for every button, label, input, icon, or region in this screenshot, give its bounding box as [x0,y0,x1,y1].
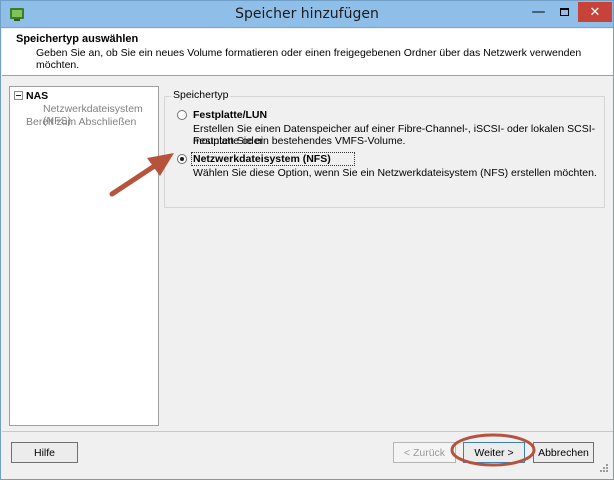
cancel-button[interactable]: Abbrechen [533,442,594,463]
resize-grip-icon[interactable] [597,463,609,475]
step-ready-to-complete[interactable]: Bereit zum Abschließen [26,116,136,128]
close-button[interactable]: ✕ [578,2,612,22]
back-button[interactable]: < Zurück [393,442,456,463]
radio-nfs[interactable] [177,154,187,164]
radio-disk-lun[interactable] [177,110,187,120]
maximize-button[interactable] [552,2,577,22]
storage-type-group: Speichertyp Festplatte/LUN Erstellen Sie… [164,89,605,208]
window-title: Speicher hinzufügen [235,6,379,22]
close-icon: ✕ [589,4,601,20]
wizard-header: Speichertyp auswählen Geben Sie an, ob S… [2,29,613,76]
minimize-button[interactable]: — [526,2,551,22]
page-title: Speichertyp auswählen [16,33,139,45]
minimize-icon: — [531,4,546,20]
option-nfs-desc: Wählen Sie diese Option, wenn Sie ein Ne… [193,167,597,179]
footer-divider [2,431,613,432]
option-disk-lun-label[interactable]: Festplatte/LUN [193,109,267,121]
option-disk-lun-desc-2: mounten Sie ein bestehendes VMFS-Volume. [193,135,406,147]
option-nfs-label[interactable]: Netzwerkdateisystem (NFS) [193,153,331,165]
step-nas[interactable]: NAS [26,90,48,102]
title-bar[interactable]: Speicher hinzufügen — ✕ [1,1,613,28]
next-button[interactable]: Weiter > [463,442,525,463]
wizard-steps-tree: NAS Netzwerkdateisystem (NFS) Bereit zum… [9,86,159,426]
maximize-icon [560,8,569,16]
page-description: Geben Sie an, ob Sie ein neues Volume fo… [36,47,582,71]
collapse-icon[interactable] [14,91,23,100]
help-button[interactable]: Hilfe [11,442,78,463]
dialog-window: Speicher hinzufügen — ✕ Speichertyp ausw… [0,0,614,480]
storage-type-legend: Speichertyp [171,89,231,101]
